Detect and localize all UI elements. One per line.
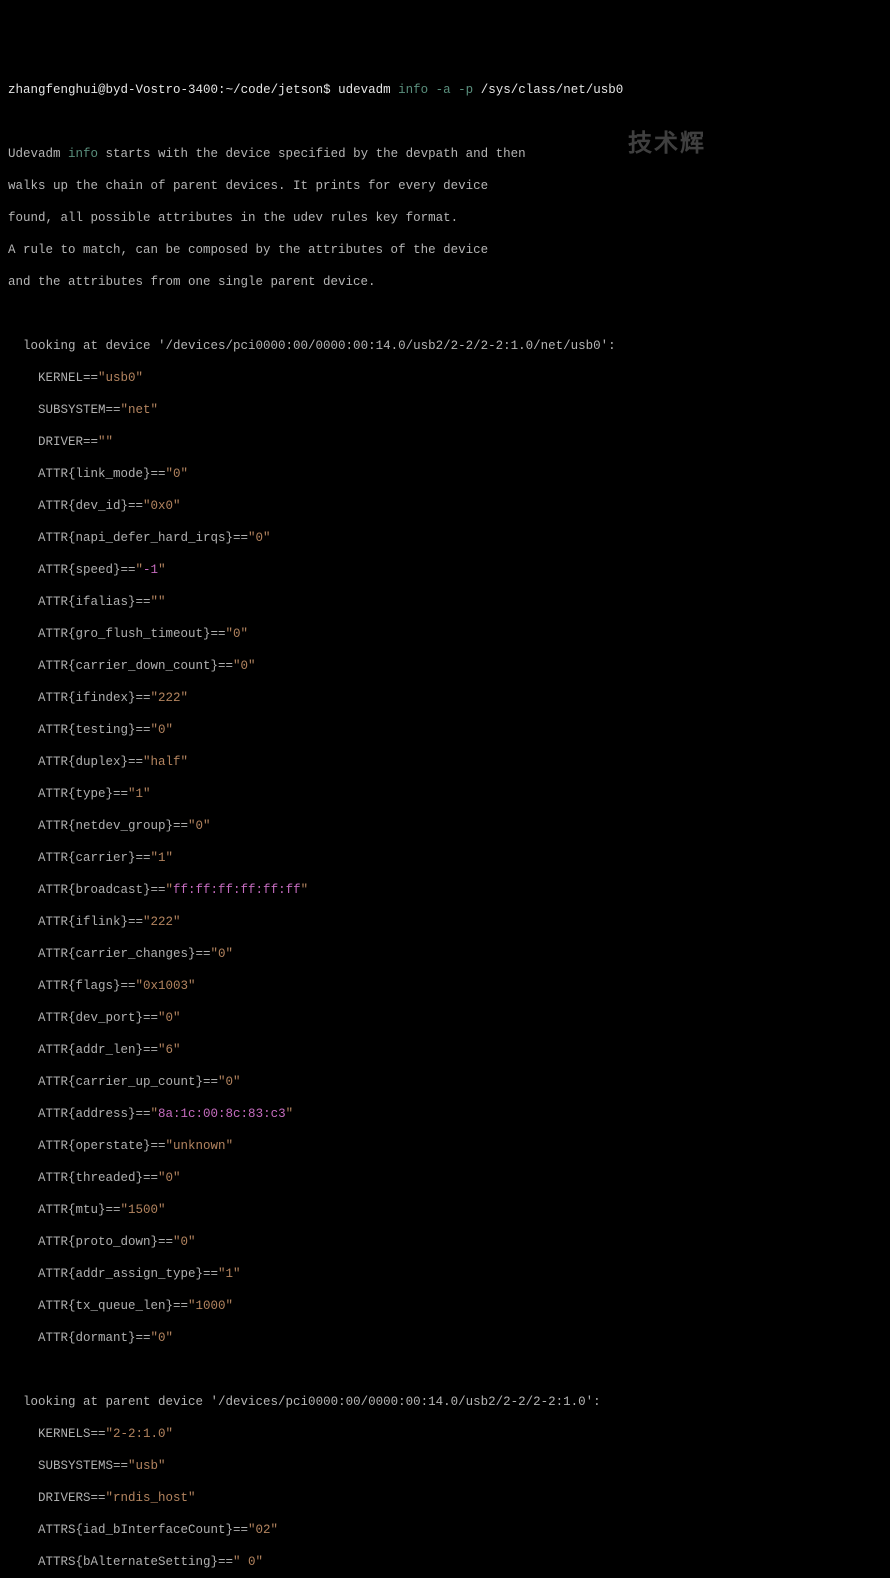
kv-row: ATTR{link_mode}=="0" <box>8 466 882 482</box>
kv-row: ATTR{carrier_changes}=="0" <box>8 946 882 962</box>
intro-line: and the attributes from one single paren… <box>8 274 882 290</box>
parent-device-header: looking at parent device '/devices/pci00… <box>8 1394 882 1410</box>
kv-row: ATTR{napi_defer_hard_irqs}=="0" <box>8 530 882 546</box>
kv-row: KERNEL=="usb0" <box>8 370 882 386</box>
kv-row: ATTR{testing}=="0" <box>8 722 882 738</box>
kv-row: ATTR{dormant}=="0" <box>8 1330 882 1346</box>
kv-row: ATTR{carrier_down_count}=="0" <box>8 658 882 674</box>
kv-row: ATTR{netdev_group}=="0" <box>8 818 882 834</box>
kv-row: ATTR{dev_port}=="0" <box>8 1010 882 1026</box>
kv-row: ATTR{gro_flush_timeout}=="0" <box>8 626 882 642</box>
kv-row: ATTR{speed}=="-1" <box>8 562 882 578</box>
kv-row: ATTR{type}=="1" <box>8 786 882 802</box>
kv-row: ATTR{duplex}=="half" <box>8 754 882 770</box>
intro-line: A rule to match, can be composed by the … <box>8 242 882 258</box>
kv-row: ATTR{iflink}=="222" <box>8 914 882 930</box>
cmd-subcmd: info <box>398 83 428 97</box>
prompt-cwd: ~/code/jetson <box>226 83 324 97</box>
kv-row: ATTR{broadcast}=="ff:ff:ff:ff:ff:ff" <box>8 882 882 898</box>
intro-text: Udevadm <box>8 147 68 161</box>
kv-row: ATTR{carrier}=="1" <box>8 850 882 866</box>
kv-row: ATTR{ifalias}=="" <box>8 594 882 610</box>
kv-row: ATTR{address}=="8a:1c:00:8c:83:c3" <box>8 1106 882 1122</box>
kv-row: ATTR{proto_down}=="0" <box>8 1234 882 1250</box>
device-header: looking at device '/devices/pci0000:00/0… <box>8 338 882 354</box>
kv-row: ATTRS{bAlternateSetting}==" 0" <box>8 1554 882 1570</box>
kv-row: SUBSYSTEM=="net" <box>8 402 882 418</box>
kv-row: DRIVER=="" <box>8 434 882 450</box>
kv-row: ATTR{ifindex}=="222" <box>8 690 882 706</box>
kv-row: SUBSYSTEMS=="usb" <box>8 1458 882 1474</box>
kv-row: ATTRS{iad_bInterfaceCount}=="02" <box>8 1522 882 1538</box>
cmd-flags: -a -p <box>436 83 474 97</box>
intro-line: walks up the chain of parent devices. It… <box>8 178 882 194</box>
kv-row: ATTR{flags}=="0x1003" <box>8 978 882 994</box>
cmd-bin: udevadm <box>338 83 391 97</box>
kv-row: ATTR{mtu}=="1500" <box>8 1202 882 1218</box>
prompt-user: zhangfenghui@byd-Vostro-3400 <box>8 83 218 97</box>
intro-line: found, all possible attributes in the ud… <box>8 210 882 226</box>
kv-row: ATTR{dev_id}=="0x0" <box>8 498 882 514</box>
terminal-output: zhangfenghui@byd-Vostro-3400:~/code/jets… <box>0 64 890 1578</box>
kv-row: ATTR{carrier_up_count}=="0" <box>8 1074 882 1090</box>
kv-row: KERNELS=="2-2:1.0" <box>8 1426 882 1442</box>
cmd-arg: /sys/class/net/usb0 <box>481 83 624 97</box>
kv-row: ATTR{threaded}=="0" <box>8 1170 882 1186</box>
kv-row: ATTR{operstate}=="unknown" <box>8 1138 882 1154</box>
kv-row: ATTR{addr_len}=="6" <box>8 1042 882 1058</box>
intro-info-word: info <box>68 147 98 161</box>
kv-row: DRIVERS=="rndis_host" <box>8 1490 882 1506</box>
kv-row: ATTR{tx_queue_len}=="1000" <box>8 1298 882 1314</box>
kv-row: ATTR{addr_assign_type}=="1" <box>8 1266 882 1282</box>
